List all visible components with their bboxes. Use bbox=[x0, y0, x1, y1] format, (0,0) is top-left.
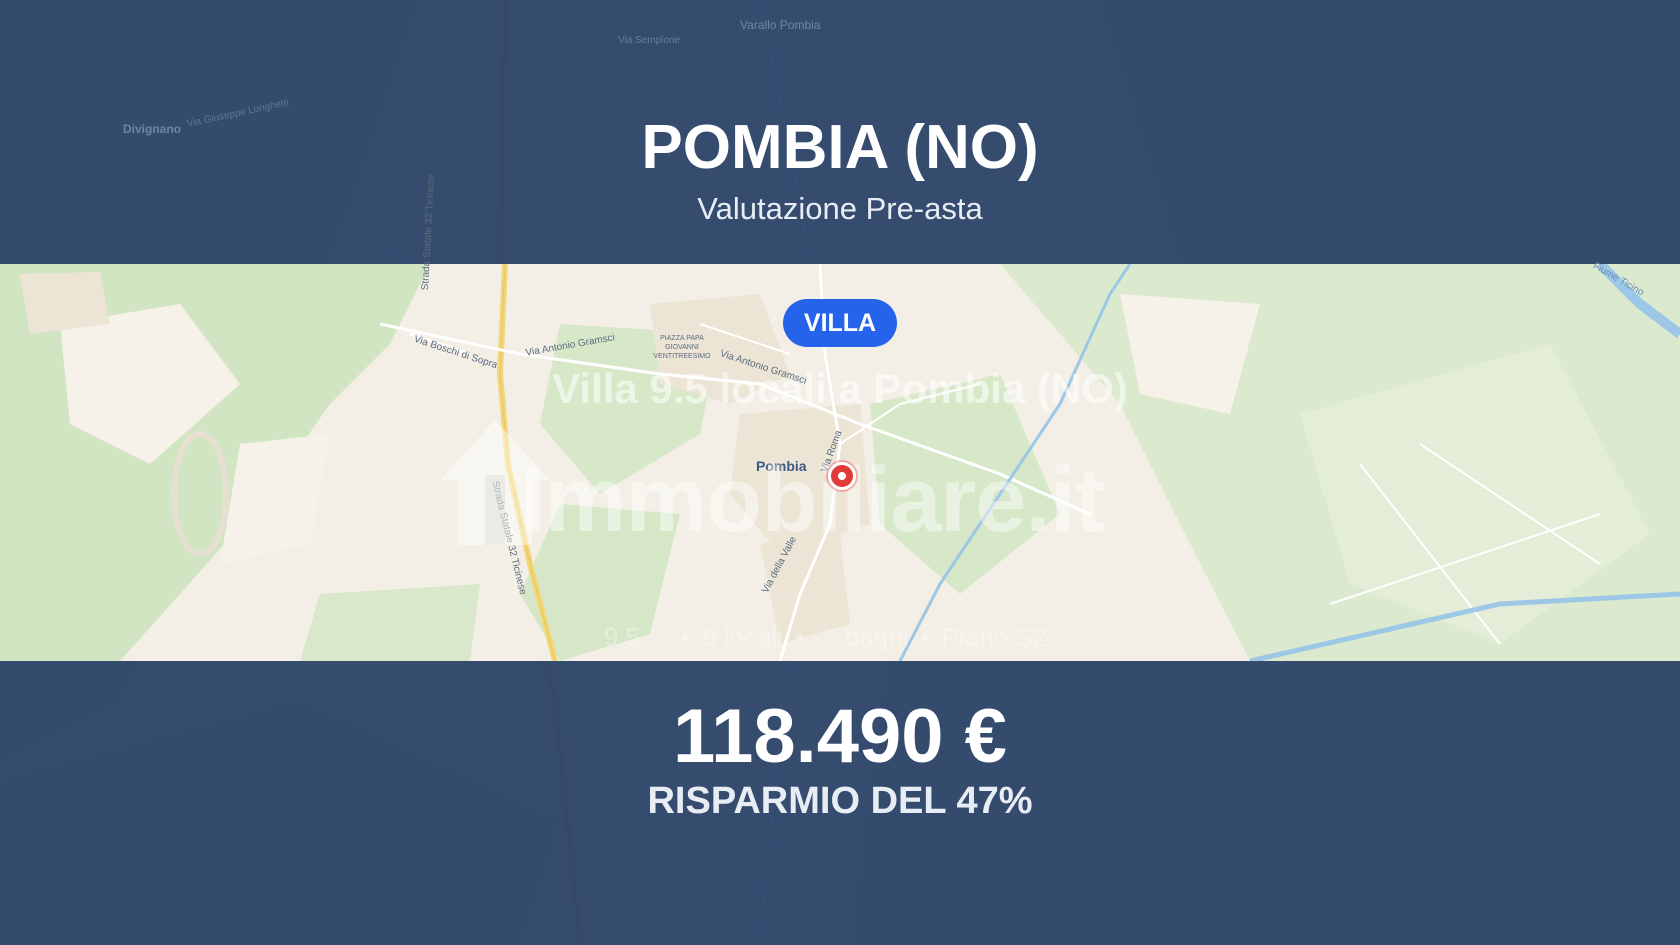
feature-bathrooms: ... bagni bbox=[816, 622, 909, 652]
feature-rooms: 9 locali bbox=[702, 622, 783, 652]
property-type-badge: VILLA bbox=[783, 299, 897, 347]
brand-watermark: Immobiliare.it bbox=[520, 449, 1105, 551]
page-subtitle: Valutazione Pre-asta bbox=[697, 191, 983, 226]
listing-features: 9.5 ... • 9 locali •... bagni • Piano S2 ... bbox=[603, 622, 1077, 652]
map-label-divignano: Divignano bbox=[123, 122, 182, 136]
map-label-piazza: PIAZZA PAPA GIOVANNI VENTITREESIMO bbox=[653, 335, 711, 360]
map-pin-icon[interactable] bbox=[828, 462, 856, 490]
savings-label: RISPARMIO DEL 47% bbox=[647, 780, 1033, 822]
page-title: POMBIA (NO) bbox=[641, 113, 1039, 182]
feature-size: 9.5 ... bbox=[603, 622, 669, 652]
price: 118.490 € bbox=[673, 694, 1007, 779]
listing-title: Villa 9.5 locali a Pombia (NO) bbox=[552, 365, 1128, 412]
map-label-varallo: Varallo Pombia bbox=[740, 18, 821, 32]
feature-floor: Piano S2 ... bbox=[941, 622, 1077, 652]
map-label-via-sempione: Via Sempione bbox=[618, 35, 681, 46]
